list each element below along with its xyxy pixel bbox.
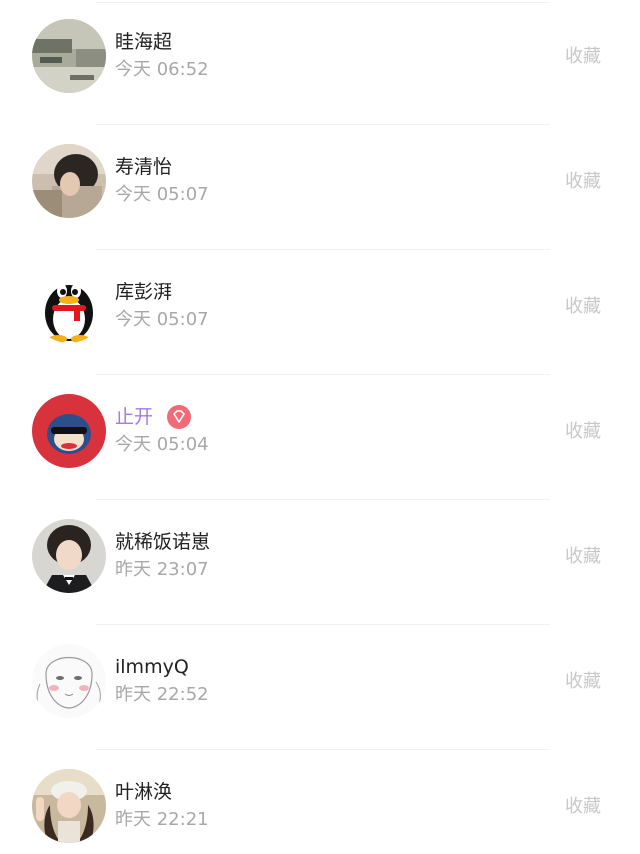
photo-avatar-icon[interactable] bbox=[32, 19, 106, 93]
timestamp: 今天 06:52 bbox=[115, 59, 209, 80]
list-item[interactable]: 库彭湃 今天 05:07 收藏 bbox=[0, 250, 640, 375]
list-item[interactable]: 眭海超 今天 06:52 收藏 bbox=[0, 0, 640, 125]
timestamp: 今天 05:07 bbox=[115, 184, 209, 205]
timestamp: 昨天 22:52 bbox=[115, 684, 209, 705]
favorite-button[interactable]: 收藏 bbox=[565, 169, 601, 195]
favorite-button[interactable]: 收藏 bbox=[565, 294, 601, 320]
favorites-list: 眭海超 今天 06:52 收藏 寿清怡 今天 05:07 收藏 库彭湃 今天 0… bbox=[0, 0, 640, 854]
contact-name: 库彭湃 bbox=[115, 281, 173, 303]
list-item[interactable]: 就稀饭诺崽 昨天 23:07 收藏 bbox=[0, 500, 640, 625]
timestamp: 今天 05:07 bbox=[115, 309, 209, 330]
contact-name: 就稀饭诺崽 bbox=[115, 531, 211, 553]
contact-name: 止开 bbox=[115, 406, 154, 428]
favorite-button[interactable]: 收藏 bbox=[565, 44, 601, 70]
list-item[interactable]: 止开 今天 05:04 收藏 bbox=[0, 375, 640, 500]
list-item[interactable]: 叶淋涣 昨天 22:21 收藏 bbox=[0, 750, 640, 854]
monkey-avatar-icon[interactable] bbox=[32, 394, 106, 468]
list-item[interactable]: ilmmyQ 昨天 22:52 收藏 bbox=[0, 625, 640, 750]
timestamp: 今天 05:04 bbox=[115, 434, 209, 455]
favorite-button[interactable]: 收藏 bbox=[565, 794, 601, 820]
photo-avatar-icon[interactable] bbox=[32, 519, 106, 593]
list-item[interactable]: 寿清怡 今天 05:07 收藏 bbox=[0, 125, 640, 250]
photo-avatar-icon[interactable] bbox=[32, 769, 106, 843]
contact-name: 眭海超 bbox=[115, 31, 173, 53]
favorite-button[interactable]: 收藏 bbox=[565, 669, 601, 695]
vip-badge-icon bbox=[167, 405, 191, 429]
timestamp: 昨天 22:21 bbox=[115, 809, 209, 830]
favorite-button[interactable]: 收藏 bbox=[565, 419, 601, 445]
penguin-avatar-icon[interactable] bbox=[32, 269, 106, 343]
contact-name: ilmmyQ bbox=[115, 656, 189, 678]
contact-name: 叶淋涣 bbox=[115, 781, 173, 803]
photo-avatar-icon[interactable] bbox=[32, 144, 106, 218]
contact-name: 寿清怡 bbox=[115, 156, 173, 178]
timestamp: 昨天 23:07 bbox=[115, 559, 209, 580]
sketch-avatar-icon[interactable] bbox=[32, 644, 106, 718]
favorite-button[interactable]: 收藏 bbox=[565, 544, 601, 570]
